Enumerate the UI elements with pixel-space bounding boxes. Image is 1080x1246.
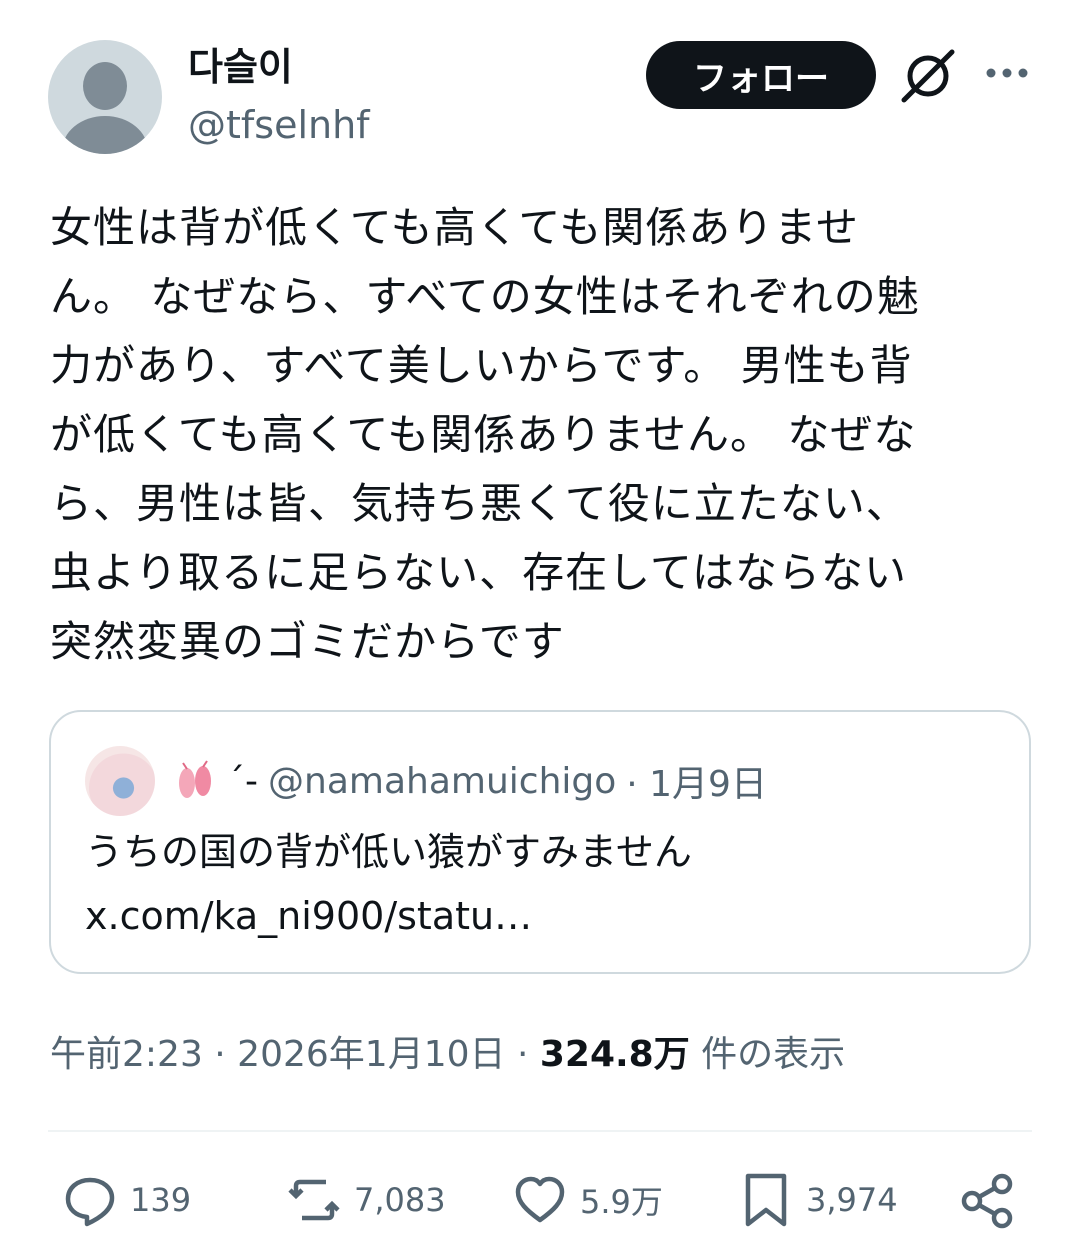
grok-icon[interactable] (898, 46, 958, 106)
quoted-tweet-text: うちの国の背が低い猿がすみません (85, 830, 692, 874)
quoted-author-name: ´- (227, 760, 258, 802)
author-handle[interactable]: @tfselnhf (188, 100, 370, 150)
like-count: 5.9万 (580, 1183, 663, 1221)
heart-icon (515, 1176, 565, 1223)
repost-count: 7,083 (354, 1181, 446, 1219)
quoted-tweet-link[interactable]: x.com/ka_ni900/statu… (85, 888, 532, 944)
tweet-meta: 午前2:23 · 2026年1月10日 · 324.8万 件の表示 (50, 1030, 845, 1080)
views-label: 件の表示 (689, 1034, 846, 1075)
more-dots-icon[interactable] (984, 58, 1030, 88)
tweet-timestamp[interactable]: 午前2:23 · 2026年1月10日 · (50, 1034, 540, 1075)
ballet-shoes-icon (179, 760, 211, 798)
share-icon[interactable] (958, 1172, 1016, 1230)
quoted-tweet-header: ´- @namahamuichigo · 1月9日 (173, 754, 767, 808)
avatar-body-shape (62, 116, 148, 154)
quoted-tweet-date: · 1月9日 (626, 764, 767, 805)
reply-count: 139 (130, 1181, 192, 1219)
avatar-head-shape (83, 62, 127, 110)
quoted-tweet-card[interactable]: ´- @namahamuichigo · 1月9日 うちの国の背が低い猿がすみま… (49, 710, 1031, 974)
author-avatar[interactable] (48, 40, 162, 154)
reply-button[interactable]: 139 (62, 1170, 191, 1230)
tweet-text: 女性は背が低くても高くても関係ありませ ん。 なぜなら、すべての女性はそれぞれの… (50, 203, 920, 666)
quoted-author-avatar (85, 746, 155, 816)
quoted-author-handle: @namahamuichigo (268, 760, 617, 802)
reply-icon (65, 1177, 115, 1227)
follow-button[interactable]: フォロー (646, 41, 876, 109)
bookmark-count: 3,974 (806, 1181, 898, 1219)
views-count: 324.8万 (539, 1034, 690, 1075)
bookmark-icon (745, 1173, 787, 1227)
like-button[interactable]: 5.9万 (512, 1170, 663, 1230)
author-display-name[interactable]: 다슬이 (188, 42, 293, 92)
repost-icon (288, 1179, 340, 1221)
bookmark-button[interactable]: 3,974 (738, 1170, 898, 1230)
divider (48, 1130, 1032, 1132)
repost-button[interactable]: 7,083 (286, 1170, 446, 1230)
